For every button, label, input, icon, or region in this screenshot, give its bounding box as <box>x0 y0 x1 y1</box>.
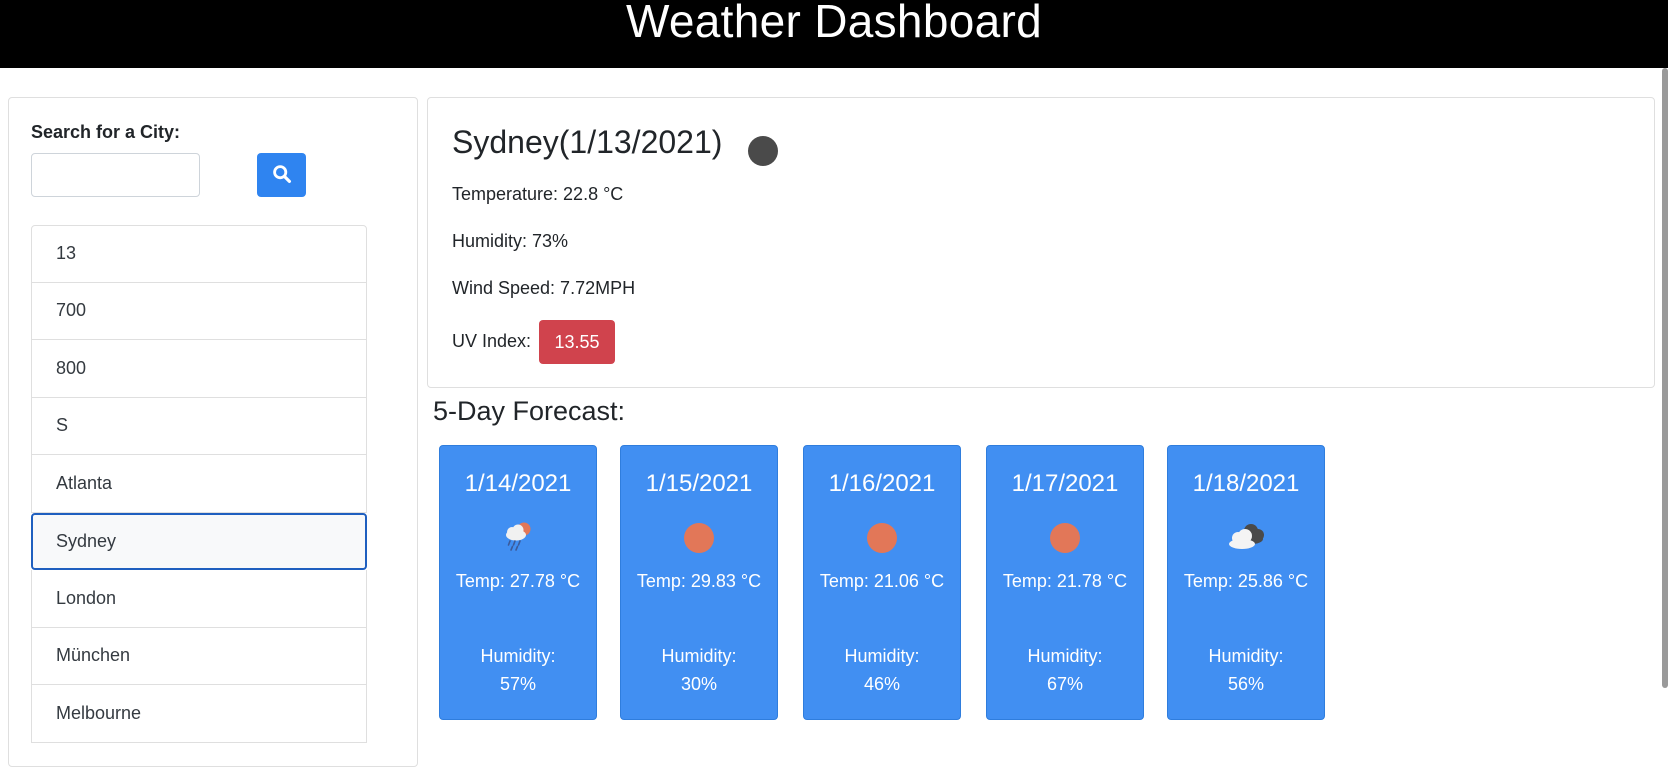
forecast-humidity: Humidity: 30% <box>661 646 737 694</box>
forecast-date: 1/17/2021 <box>1011 470 1119 497</box>
search-history-list: 13 700 800 S Atlanta Sydney London Münch… <box>31 225 367 743</box>
sun-icon <box>867 523 897 553</box>
forecast-card: 1/15/2021 Temp: 29.83 °C Humidity: 30% <box>620 445 778 720</box>
city-history-item[interactable]: Melbourne <box>31 685 367 743</box>
forecast-temp: Temp: 29.83 °C <box>636 571 762 591</box>
city-history-item[interactable]: Atlanta <box>31 455 367 513</box>
forecast-date: 1/15/2021 <box>645 470 753 497</box>
current-city-title: Sydney(1/13/2021) <box>452 124 723 160</box>
cloudy-icon <box>1224 519 1268 558</box>
page-title: Weather Dashboard <box>626 0 1042 47</box>
forecast-card: 1/16/2021 Temp: 21.06 °C Humidity: 46% <box>803 445 961 720</box>
forecast-card: 1/17/2021 Temp: 21.78 °C Humidity: 67% <box>986 445 1144 720</box>
forecast-heading: 5-Day Forecast: <box>433 396 626 426</box>
forecast-temp: Temp: 27.78 °C <box>455 571 581 591</box>
search-button[interactable] <box>257 153 306 197</box>
uv-index-badge: 13.55 <box>539 320 615 364</box>
current-humidity: Humidity: 73% <box>452 231 569 251</box>
forecast-humidity: Humidity: 57% <box>480 646 556 694</box>
forecast-humidity: Humidity: 67% <box>1027 646 1103 694</box>
city-search-input[interactable] <box>31 153 200 197</box>
sun-icon <box>684 523 714 553</box>
city-history-item[interactable]: 700 <box>31 282 367 340</box>
city-history-item[interactable]: London <box>31 570 367 628</box>
current-wind-speed: Wind Speed: 7.72MPH <box>452 278 636 298</box>
forecast-card: 1/14/2021 Temp: 27.78 °C Humidity: 57% <box>439 445 597 720</box>
city-history-item[interactable]: München <box>31 627 367 685</box>
search-label: Search for a City: <box>31 122 181 142</box>
forecast-temp: Temp: 25.86 °C <box>1183 571 1309 591</box>
forecast-humidity: Humidity: 46% <box>844 646 920 694</box>
city-history-item[interactable]: S <box>31 397 367 455</box>
forecast-date: 1/14/2021 <box>464 470 572 497</box>
search-icon <box>272 164 292 187</box>
city-history-item-active[interactable]: Sydney <box>31 512 367 570</box>
forecast-date: 1/16/2021 <box>828 470 936 497</box>
forecast-humidity: Humidity: 56% <box>1208 646 1284 694</box>
forecast-card: 1/18/2021 Temp: 25.86 °C Humidity: 56% <box>1167 445 1325 720</box>
rain-sun-icon <box>501 519 535 558</box>
search-sidebar: Search for a City: 13 700 800 S Atlanta … <box>8 97 418 767</box>
app-header: Weather Dashboard <box>0 0 1668 68</box>
sun-icon <box>1050 523 1080 553</box>
forecast-temp: Temp: 21.78 °C <box>1002 571 1128 591</box>
moon-icon <box>748 136 778 166</box>
forecast-temp: Temp: 21.06 °C <box>819 571 945 591</box>
current-temperature: Temperature: 22.8 °C <box>452 184 624 204</box>
forecast-date: 1/18/2021 <box>1192 470 1300 497</box>
uv-index-label: UV Index: <box>452 331 532 351</box>
city-history-item[interactable]: 13 <box>31 225 367 283</box>
scrollbar[interactable] <box>1662 68 1668 688</box>
city-history-item[interactable]: 800 <box>31 340 367 398</box>
current-weather-panel: Sydney(1/13/2021) Temperature: 22.8 °C H… <box>427 97 1655 388</box>
